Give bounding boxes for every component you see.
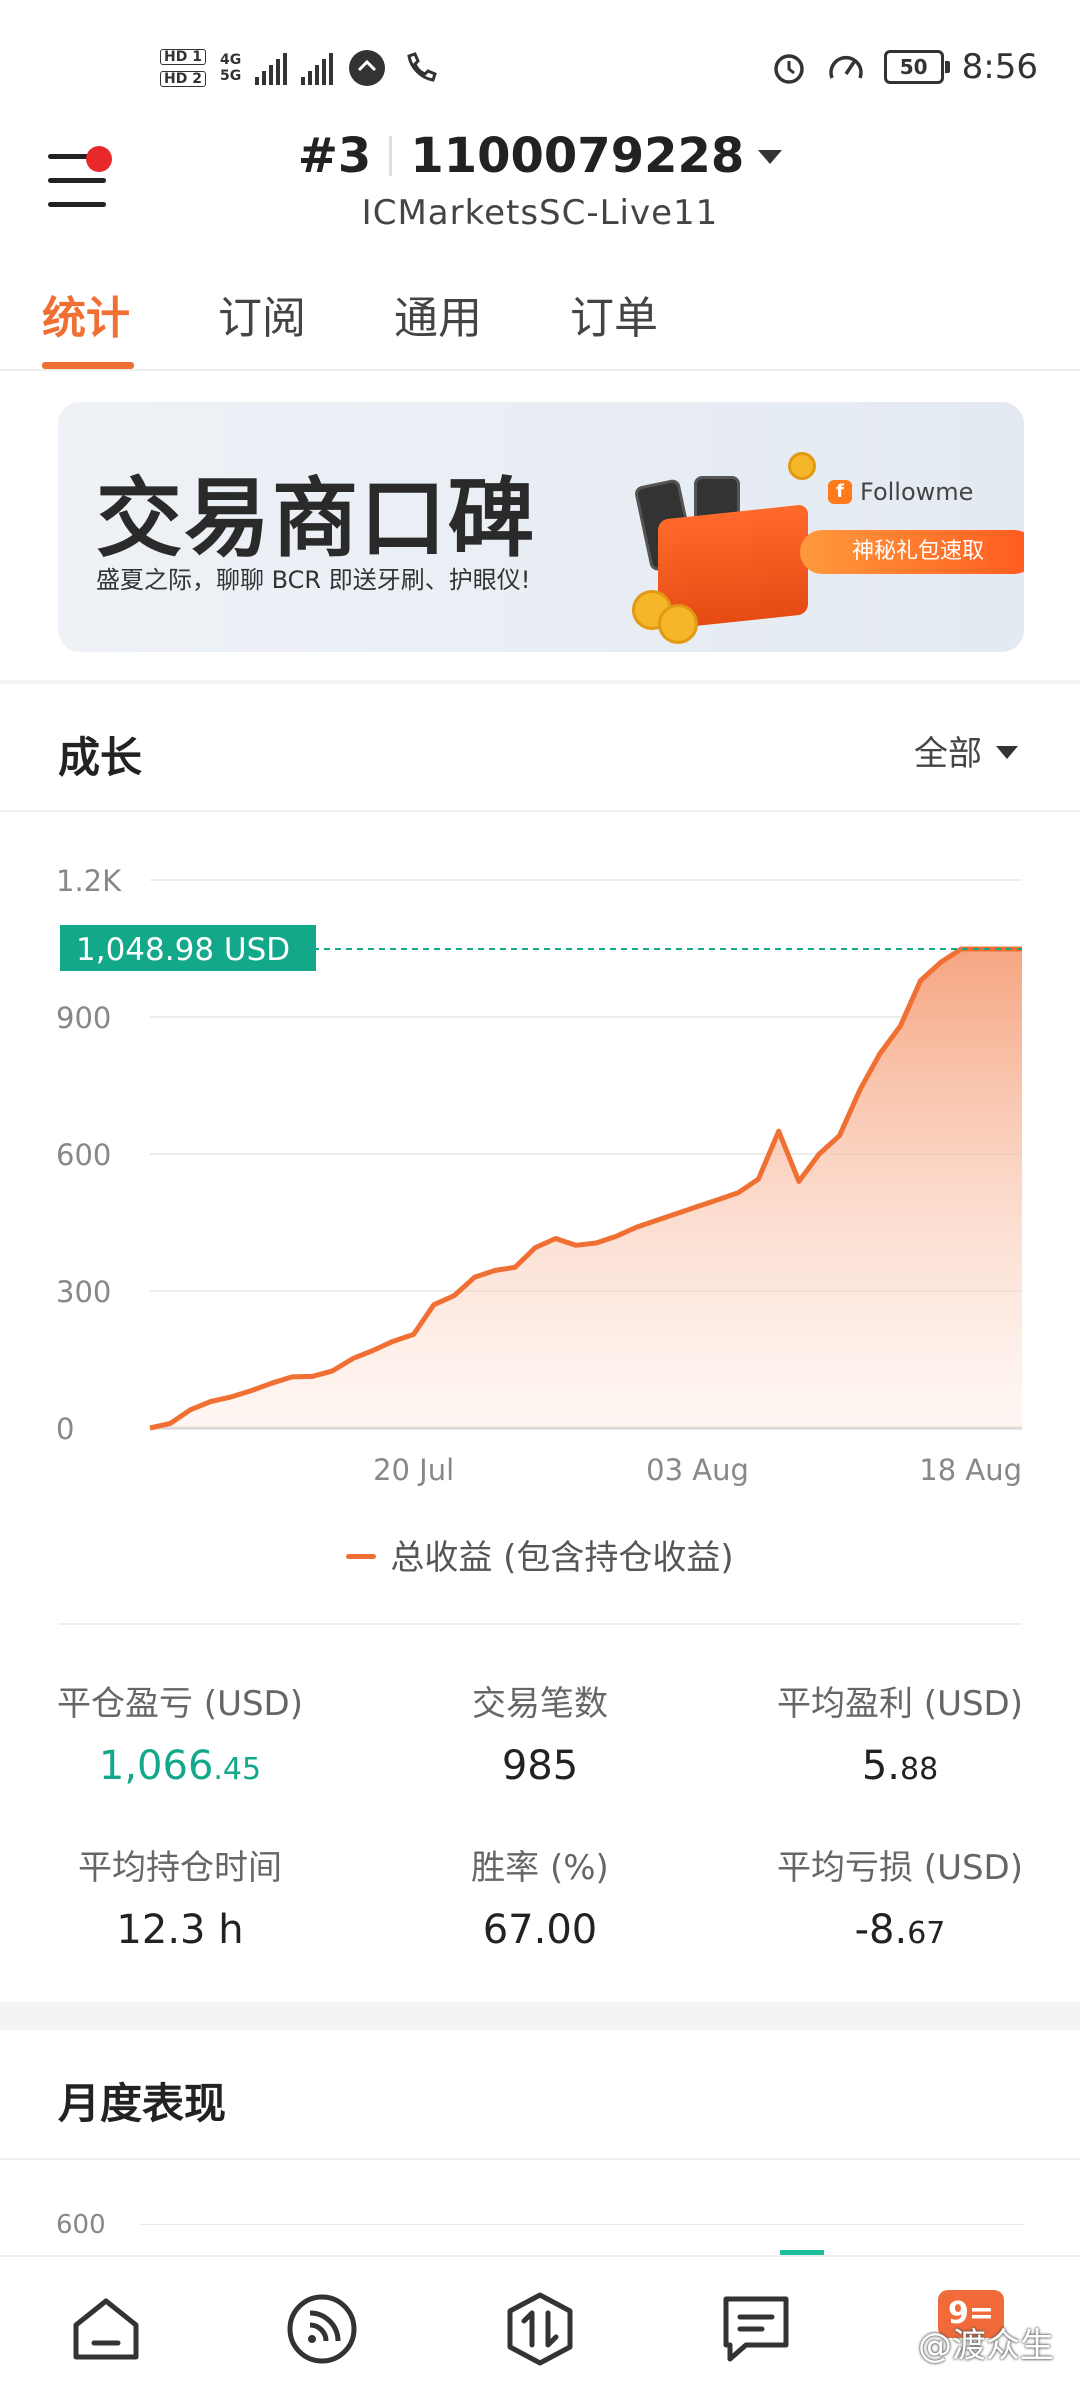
x-tick-label: 18 Aug (919, 1453, 1022, 1487)
account-index: #3 (297, 128, 372, 184)
hd-indicators: HD 1 HD 2 (160, 49, 206, 87)
home-icon (73, 2298, 139, 2360)
status-left: HD 1 HD 2 4G 5G (160, 38, 441, 98)
growth-chart: 0 300 600 900 1.2K 20 Jul 03 Aug 18 Aug 1,048.… (56, 864, 1022, 1487)
nav-trade[interactable] (500, 2289, 580, 2369)
stat-avg-loss: 平均亏损 (USD) -8.67 (720, 1840, 1080, 1953)
feed-icon (287, 2294, 357, 2364)
chart-legend: 总收益 (包含持仓收益) (0, 1530, 1080, 1579)
tab-bar: 统计 订阅 通用 订单 (0, 282, 1080, 372)
followme-logo: f Followme (828, 478, 973, 506)
trade-icon (507, 2292, 573, 2366)
caret-down-icon (758, 150, 783, 164)
y-tick-label: 0 (56, 1412, 74, 1446)
followme-brand: Followme (860, 478, 974, 506)
tab-subscribe[interactable]: 订阅 (218, 282, 306, 346)
section-gap (0, 2002, 1080, 2030)
call-icon (407, 52, 438, 82)
monthly-title: 月度表现 (58, 2079, 227, 2128)
hd2-label: HD 2 (160, 71, 206, 87)
status-right: 50 8:56 (770, 42, 1038, 92)
legend-swatch (346, 1554, 377, 1559)
net1-label: 4G (219, 52, 242, 68)
gift-cta-button[interactable]: 神秘礼包速取 (800, 530, 1024, 574)
stats-divider (58, 1623, 1022, 1625)
stat-win-rate: 胜率 (%) 67.00 (360, 1840, 720, 1953)
hd1-label: HD 1 (160, 49, 206, 65)
current-value-label: 1,048.98 USD (76, 932, 290, 968)
series-area (150, 949, 1022, 1428)
clock: 8:56 (961, 47, 1038, 87)
active-tab-indicator (42, 362, 134, 369)
monthly-gridline (140, 2224, 1024, 2225)
stat-avg-profit: 平均盈利 (USD) 5.88 (720, 1676, 1080, 1789)
alarm-icon (773, 54, 804, 84)
stat-value: 1,066.45 (98, 1743, 262, 1789)
nav-messages[interactable] (716, 2289, 796, 2369)
battery-icon: 50 (883, 50, 950, 84)
account-selector[interactable]: #3 1100079228 (0, 128, 1080, 184)
monthly-divider (0, 2158, 1080, 2160)
y-tick-label: 600 (56, 1138, 111, 1172)
tab-general[interactable]: 通用 (394, 282, 482, 346)
title-separator (389, 136, 393, 176)
account-number: 1100079228 (410, 128, 745, 184)
followme-mark-icon: f (828, 480, 852, 504)
speed-icon (828, 55, 863, 79)
vpn-icon (349, 50, 386, 86)
stat-value: 12.3 h (116, 1907, 244, 1953)
tab-orders[interactable]: 订单 (570, 282, 658, 346)
watermark: @渡众生 (918, 2326, 1054, 2366)
section-divider (0, 680, 1080, 684)
stat-value: 67.00 (482, 1907, 598, 1953)
stat-label: 交易笔数 (472, 1684, 608, 1724)
stat-label: 平均亏损 (USD) (777, 1848, 1023, 1888)
stat-value: 5.88 (861, 1743, 939, 1789)
nav-feed[interactable] (282, 2289, 362, 2369)
x-tick-label: 03 Aug (646, 1453, 749, 1487)
signal-icon-2 (301, 51, 334, 85)
y-tick-label: 1.2K (56, 864, 122, 898)
growth-divider (0, 810, 1080, 812)
promo-banner[interactable]: 交易商口碑 盛夏之际，聊聊 BCR 即送牙刷、护眼仪! f Followme 神… (58, 402, 1024, 652)
range-label: 全部 (914, 734, 982, 774)
tab-statistics[interactable]: 统计 (42, 282, 130, 346)
range-caret-icon (996, 746, 1018, 759)
banner-title: 交易商口碑 (96, 469, 536, 569)
monthly-y-tick: 600 (56, 2210, 106, 2240)
growth-title: 成长 (58, 733, 143, 782)
tabs-divider (0, 369, 1080, 371)
server-name: ICMarketsSC-Live11 (361, 193, 719, 233)
y-tick-label: 300 (56, 1275, 111, 1309)
status-bar: HD 1 HD 2 4G 5G 50 8:56 (0, 0, 1080, 130)
stat-label: 平均持仓时间 (78, 1848, 282, 1888)
stat-label: 胜率 (%) (471, 1848, 609, 1888)
stat-value: -8.67 (854, 1907, 946, 1953)
stat-closed-pnl: 平仓盈亏 (USD) 1,066.45 (0, 1676, 360, 1789)
nav-home[interactable] (66, 2289, 146, 2369)
network-labels: 4G 5G (220, 53, 241, 83)
stat-label: 平均盈利 (USD) (777, 1684, 1023, 1724)
stat-avg-hold-time: 平均持仓时间 12.3 h (0, 1840, 360, 1953)
signal-icon (255, 51, 288, 85)
stat-trade-count: 交易笔数 985 (360, 1676, 720, 1789)
stat-label: 平仓盈亏 (USD) (57, 1684, 303, 1724)
stat-value: 985 (501, 1743, 579, 1789)
messages-icon (723, 2296, 789, 2362)
y-tick-label: 900 (56, 1001, 111, 1035)
banner-subtitle: 盛夏之际，聊聊 BCR 即送牙刷、护眼仪! (96, 566, 531, 594)
x-tick-label: 20 Jul (373, 1453, 454, 1487)
net2-label: 5G (219, 68, 242, 84)
range-selector[interactable]: 全部 (914, 726, 1018, 775)
legend-label: 总收益 (包含持仓收益) (390, 1538, 734, 1578)
